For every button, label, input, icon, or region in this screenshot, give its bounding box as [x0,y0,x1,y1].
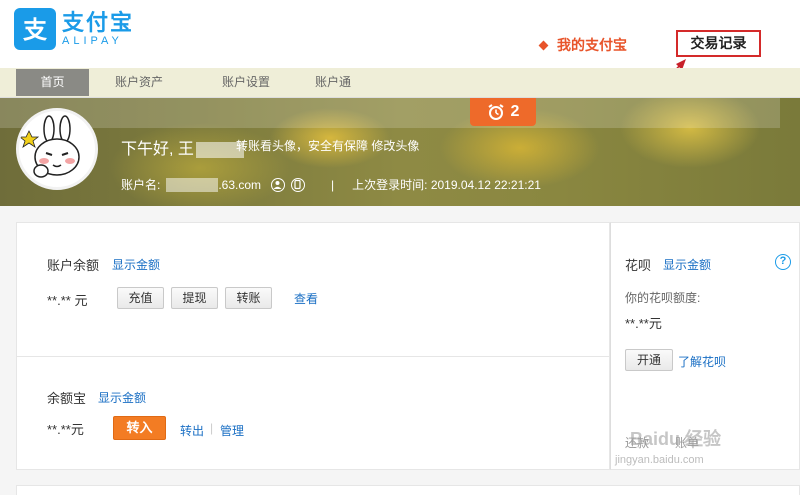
greeting-text: 下午好, 王 [121,141,194,158]
alipay-logo-icon: 支 [14,8,56,50]
nav-item-account-link[interactable]: 账户通 [315,68,351,97]
my-alipay-label: 我的支付宝 [557,37,627,53]
account-blur [166,177,219,192]
separator: | [331,177,335,192]
diamond-icon [538,40,549,50]
section-divider [17,356,609,357]
bottom-card [16,485,800,495]
yuebao-show-amount-link[interactable]: 显示金额 [98,389,146,406]
baidu-watermark: Baidu 经验 [630,429,722,449]
mobile-icon[interactable] [291,177,306,192]
link-divider: | [210,421,214,435]
yuebao-title: 余额宝 [47,391,87,406]
balance-value: **.** 元 [47,293,88,308]
banner-strip [0,98,780,128]
help-icon[interactable]: ? [775,254,791,270]
transfer-in-button[interactable]: 转入 [113,416,166,440]
balance-show-amount-link[interactable]: 显示金额 [112,256,160,273]
learn-huabei-link[interactable]: 了解花呗 [678,353,726,370]
huabei-quota-value: **.**元 [625,316,662,331]
huabei-show-amount-link[interactable]: 显示金额 [663,256,711,273]
avatar-hint: 转账看头像，安全有保障 修改头像 [236,137,419,154]
main-nav: 首页 账户资产 账户设置 账户通 [0,68,800,98]
baidu-watermark-url: jingyan.baidu.com [615,454,704,466]
manage-link[interactable]: 管理 [220,422,244,439]
account-label: 账户名: [121,178,161,192]
huabei-title: 花呗 [625,258,652,273]
account-suffix: .63.com [218,177,262,192]
nav-item-home[interactable]: 首页 [16,69,89,96]
profile-icon[interactable] [271,177,286,192]
svg-text:支: 支 [23,16,48,44]
trade-record-link[interactable]: 交易记录 [676,30,761,57]
view-link[interactable]: 查看 [294,290,318,307]
recharge-button[interactable]: 充值 [117,287,164,309]
greeting: 下午好, 王 [121,135,244,159]
header: 支 支付宝 ALIPAY 我的支付宝 交易记录 [0,0,800,94]
reminder-badge[interactable]: 2 [470,98,536,126]
avatar-hint-text: 转账看头像，安全有保障 [236,139,369,153]
huabei-quota-label: 你的花呗额度: [625,291,701,305]
transfer-button[interactable]: 转账 [225,287,272,309]
withdraw-button[interactable]: 提现 [171,287,218,309]
reminder-count: 2 [510,103,520,120]
nav-item-account-settings[interactable]: 账户设置 [222,68,270,97]
assets-card: 账户余额 显示金额 **.** 元 充值 提现 转账 查看 余额宝 显示金额 *… [16,222,610,470]
alarm-clock-icon [487,104,504,120]
nav-item-account-assets[interactable]: 账户资产 [115,68,163,97]
transfer-out-link[interactable]: 转出 [180,422,204,439]
yuebao-value: **.**元 [47,422,84,437]
alipay-logo[interactable]: 支 支付宝 ALIPAY [14,8,134,50]
avatar[interactable] [16,108,98,190]
last-login: 上次登录时间: 2019.04.12 22:21:21 [352,178,541,192]
bunny-avatar-icon [19,115,80,178]
logo-en-text: ALIPAY [62,34,123,47]
my-alipay-link[interactable]: 我的支付宝 [538,35,627,55]
balance-title: 账户余额 [47,258,100,273]
logo-cn-text: 支付宝 [62,9,135,35]
account-line: 账户名: .63.com | 上次登录时间: 2019.04.12 22:21:… [121,176,541,193]
edit-avatar-link[interactable]: 修改头像 [371,139,419,153]
open-huabei-button[interactable]: 开通 [625,349,673,371]
